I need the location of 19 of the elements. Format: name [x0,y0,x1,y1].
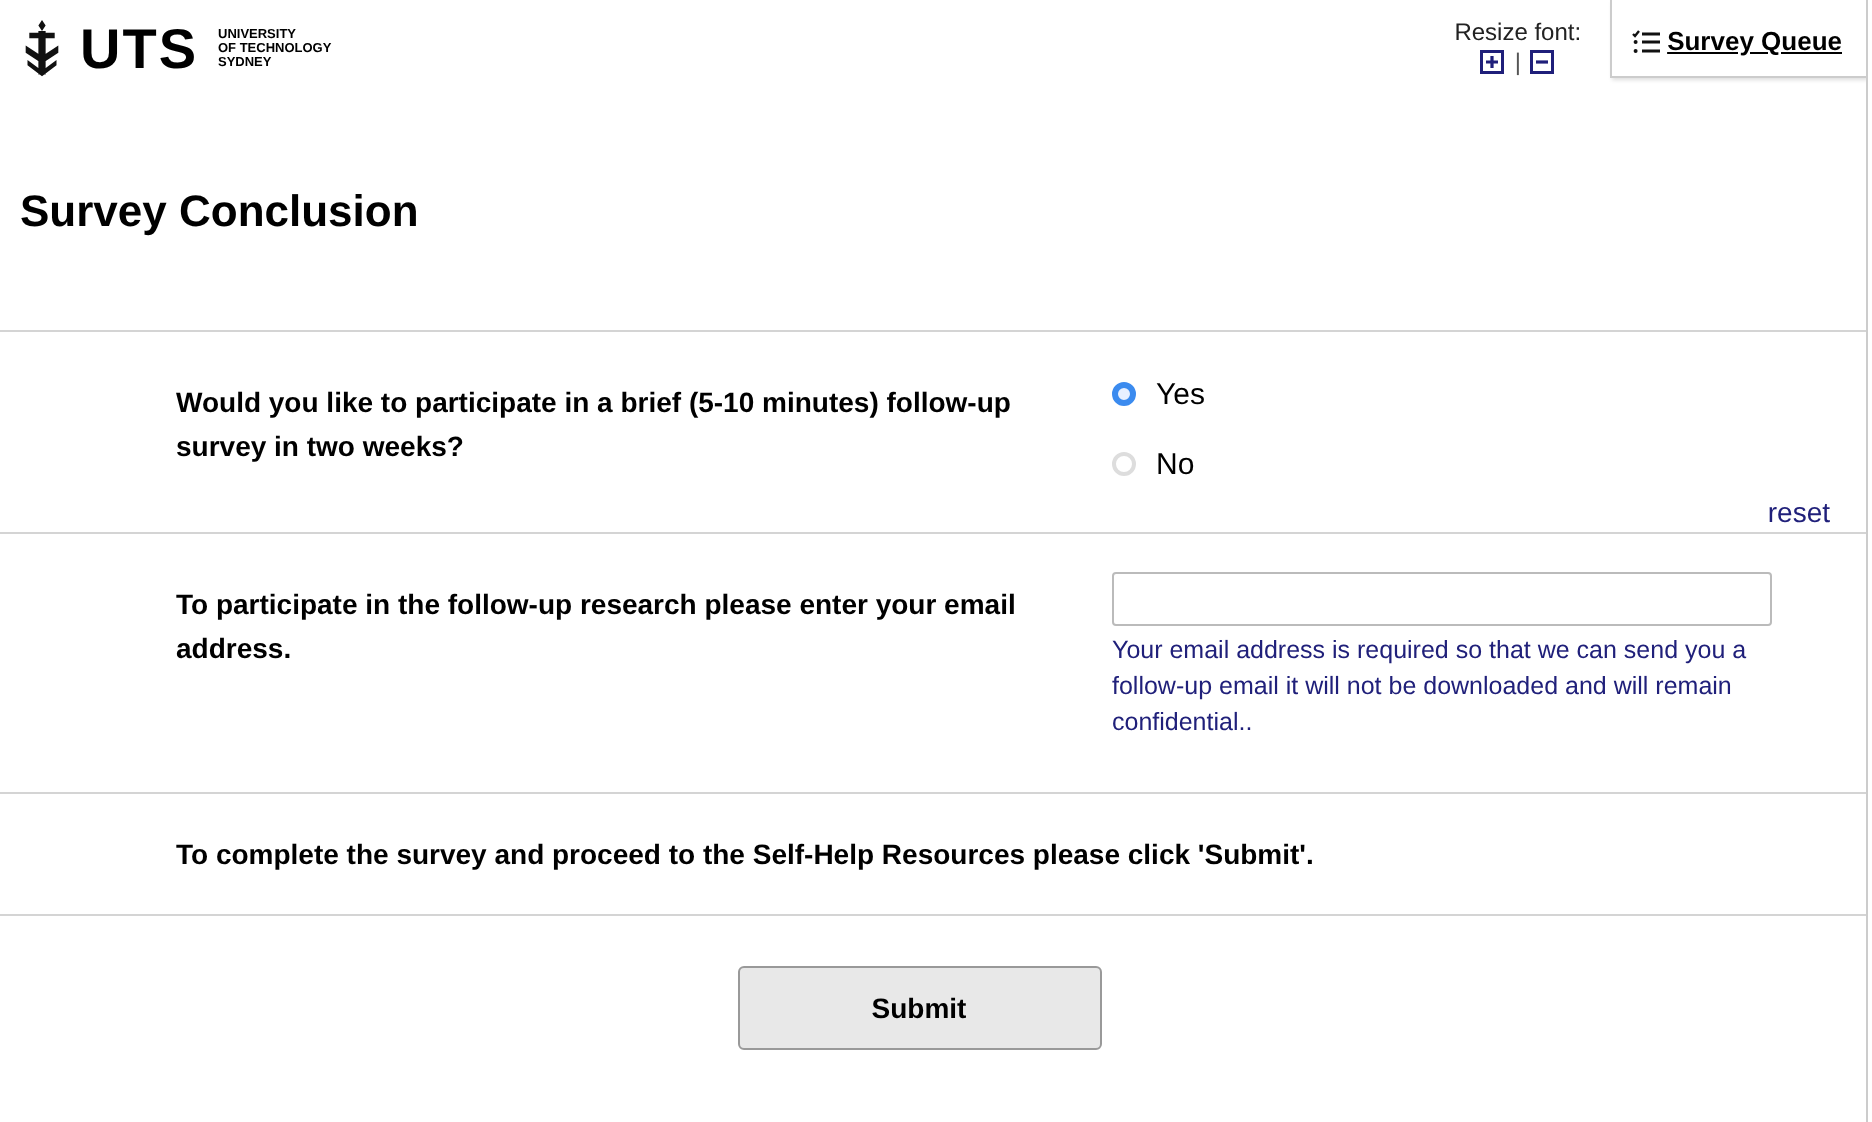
page-title: Survey Conclusion [20,186,421,240]
option-label: No [1156,447,1195,481]
checklist-icon [1631,29,1660,53]
question-label: Would you like to participate in a brief (5-10 minutes) follow-up survey in two weeks? [176,384,1013,466]
separator: | [1514,48,1521,76]
submit-button[interactable]: Submit [737,966,1101,1050]
emblem-icon [20,20,64,78]
field-note: Your email address is required so that we can send you a follow-up email it will not be downloaded and will remain confidential.. [1112,634,1749,740]
resize-font-label: Resize font: [1454,18,1582,46]
logo-wordmark: UTS [80,21,198,77]
radio-button[interactable] [1112,382,1136,406]
zoom-out-icon[interactable] [1530,50,1555,74]
option-label: Yes [1156,377,1205,411]
survey-queue-link[interactable]: Survey Queue [1609,0,1866,78]
email-input-field[interactable] [1112,572,1772,626]
reset-link[interactable]: reset [1767,496,1830,528]
question-label: To participate in the follow-up research please enter your email address. [176,586,1018,668]
instruction-text: To complete the survey and proceed to the Self-Help Resources please click 'Submit'. [176,838,1314,874]
zoom-in-icon[interactable] [1480,50,1505,74]
